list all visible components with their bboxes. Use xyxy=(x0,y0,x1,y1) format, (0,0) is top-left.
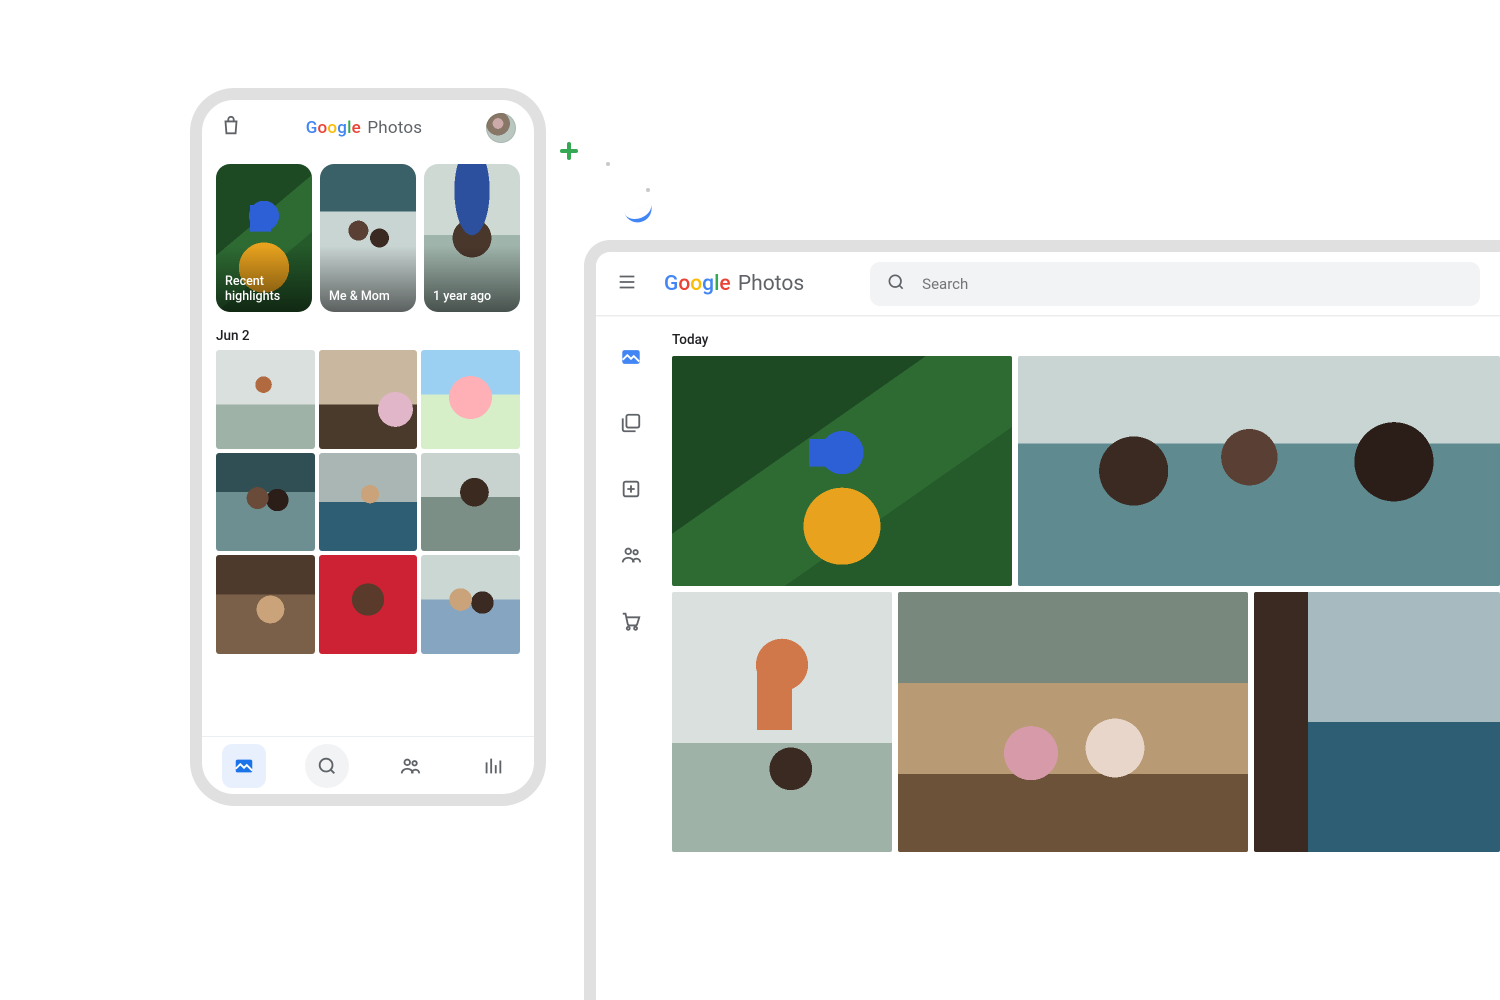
memory-card[interactable]: 1 year ago xyxy=(424,164,520,312)
nav-photos[interactable] xyxy=(222,744,266,788)
main-menu-icon[interactable] xyxy=(616,271,638,297)
confetti-arc xyxy=(624,204,655,227)
photo-thumbnail[interactable] xyxy=(319,350,418,449)
photo-thumbnail[interactable] xyxy=(672,356,1012,586)
memory-card[interactable]: Me & Mom xyxy=(320,164,416,312)
app-title: Google Photos xyxy=(664,272,804,296)
memory-label: 1 year ago xyxy=(433,290,491,304)
rail-albums[interactable] xyxy=(618,410,644,436)
mobile-top-bar: Google Photos xyxy=(202,100,534,156)
rail-utilities[interactable] xyxy=(618,476,644,502)
desktop-main: Today xyxy=(666,316,1500,1000)
photo-thumbnail[interactable] xyxy=(216,555,315,654)
account-avatar[interactable] xyxy=(486,113,516,143)
memory-card[interactable]: Recent highlights xyxy=(216,164,312,312)
photo-thumbnail[interactable] xyxy=(421,555,520,654)
nav-search[interactable] xyxy=(305,744,349,788)
photo-thumbnail[interactable] xyxy=(898,592,1248,852)
app-title: Google Photos xyxy=(306,118,422,138)
memory-label: Recent highlights xyxy=(225,275,312,304)
search-bar[interactable] xyxy=(870,262,1480,306)
mobile-bottom-nav xyxy=(202,736,534,794)
rail-sharing[interactable] xyxy=(618,542,644,568)
photo-thumbnail[interactable] xyxy=(1254,592,1500,852)
desktop-side-rail xyxy=(596,316,666,1000)
rail-photos[interactable] xyxy=(618,344,644,370)
search-input[interactable] xyxy=(920,274,1464,294)
confetti-dot xyxy=(646,188,650,192)
photo-grid xyxy=(202,350,534,654)
confetti-plus xyxy=(560,142,578,160)
nav-library[interactable] xyxy=(471,744,515,788)
desktop-top-bar: Google Photos xyxy=(596,252,1500,316)
confetti-dot xyxy=(606,162,610,166)
photo-thumbnail[interactable] xyxy=(421,350,520,449)
photo-thumbnail[interactable] xyxy=(1018,356,1500,586)
photo-thumbnail[interactable] xyxy=(421,453,520,552)
photo-thumbnail[interactable] xyxy=(216,350,315,449)
photo-thumbnail[interactable] xyxy=(672,592,892,852)
photo-thumbnail[interactable] xyxy=(319,453,418,552)
date-section-header: Jun 2 xyxy=(202,314,534,350)
print-store-icon[interactable] xyxy=(220,115,242,141)
desktop-window-frame: Google Photos xyxy=(584,240,1500,1000)
rail-print-store[interactable] xyxy=(618,608,644,634)
search-icon xyxy=(886,272,906,296)
photo-thumbnail[interactable] xyxy=(319,555,418,654)
memory-label: Me & Mom xyxy=(329,290,390,304)
nav-sharing[interactable] xyxy=(388,744,432,788)
date-section-header: Today xyxy=(672,332,1500,356)
memories-carousel: Recent highlights Me & Mom 1 year ago xyxy=(202,156,534,314)
mobile-device-frame: Google Photos Recent highlights Me & Mom… xyxy=(190,88,546,806)
photo-thumbnail[interactable] xyxy=(216,453,315,552)
